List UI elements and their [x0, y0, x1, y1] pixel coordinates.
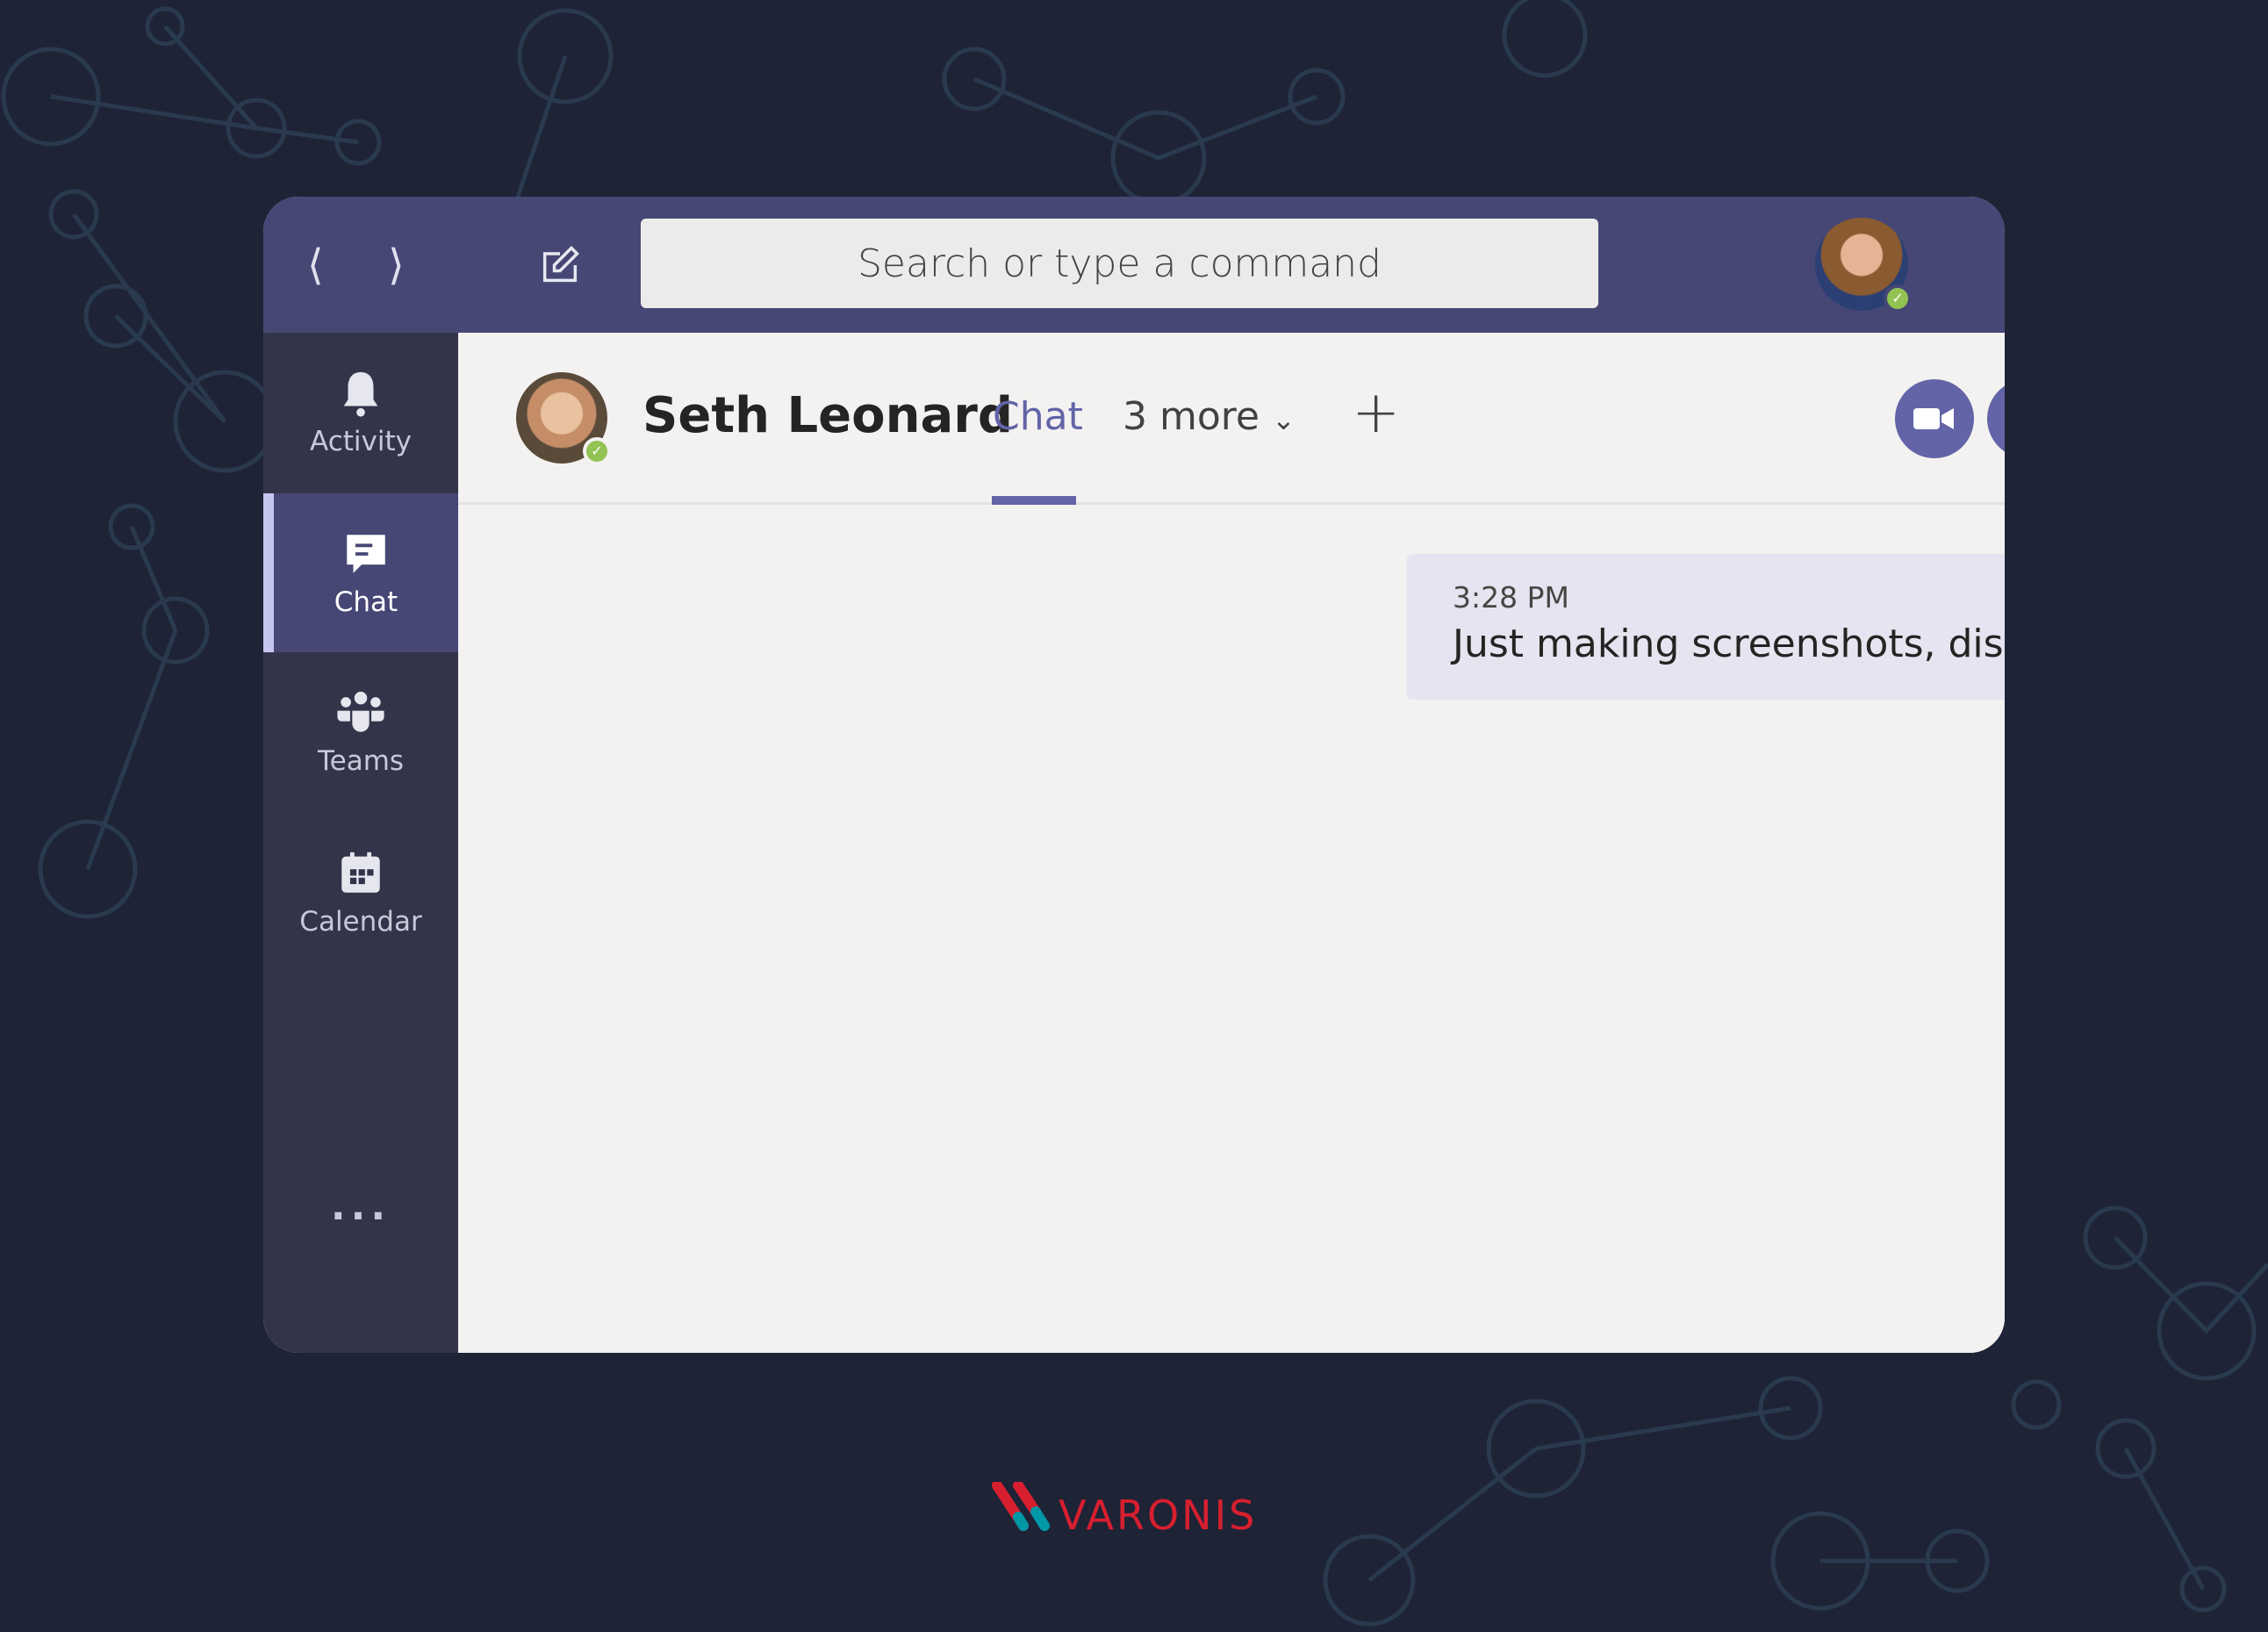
forward-icon[interactable]: ⟩: [388, 241, 405, 290]
back-icon[interactable]: ⟨: [307, 241, 324, 290]
calendar-icon: [341, 852, 380, 893]
bell-icon: [343, 371, 378, 417]
app-sidebar: Activity Chat Teams Calendar ...: [263, 333, 458, 1353]
sidebar-item-label: Calendar: [299, 905, 422, 938]
user-avatar[interactable]: ✓: [1815, 218, 1912, 313]
compose-icon[interactable]: [537, 242, 583, 288]
svg-text:VARONIS: VARONIS: [1059, 1492, 1257, 1535]
tab-chat[interactable]: Chat: [993, 394, 1083, 439]
sidebar-item-chat[interactable]: Chat: [263, 493, 458, 652]
presence-available-icon: ✓: [583, 437, 611, 465]
chevron-down-icon: ⌄: [1271, 403, 1295, 436]
message-time: 3:28 PM: [1453, 580, 1569, 615]
sidebar-item-activity[interactable]: Activity: [263, 333, 458, 492]
sidebar-item-teams[interactable]: Teams: [263, 652, 458, 811]
audio-call-button[interactable]: [1987, 379, 2005, 458]
message-bubble: 3:28 PM Just making screenshots, disreg: [1407, 554, 2005, 700]
sidebar-item-label: Chat: [334, 586, 398, 618]
presence-available-icon: ✓: [1884, 284, 1912, 313]
chat-header: ✓ Seth Leonard Chat 3 more ⌄ +: [458, 333, 2005, 505]
chat-icon: [347, 534, 385, 573]
more-icon: ...: [330, 1183, 391, 1229]
video-camera-icon: [1913, 408, 1954, 429]
message-text: Just making screenshots, disreg: [1453, 622, 2005, 666]
video-call-button[interactable]: [1895, 379, 1974, 458]
contact-name: Seth Leonard: [642, 387, 1013, 444]
sidebar-item-label: Activity: [310, 425, 412, 457]
varonis-logo: VARONIS: [992, 1482, 1257, 1535]
search-input[interactable]: Search or type a command: [641, 219, 1598, 308]
more-tabs-label: 3 more: [1123, 394, 1260, 439]
chat-pane: ✓ Seth Leonard Chat 3 more ⌄ + 3:28 PM J…: [458, 333, 2005, 1353]
sidebar-item-label: Teams: [317, 744, 405, 777]
teams-icon: [337, 691, 384, 732]
contact-avatar[interactable]: ✓: [516, 372, 611, 465]
tab-more-dropdown[interactable]: 3 more ⌄: [1123, 394, 1295, 439]
title-bar: ⟨ ⟩ Search or type a command ✓: [263, 197, 2005, 333]
active-tab-indicator: [992, 496, 1076, 505]
more-apps-button[interactable]: ...: [263, 1171, 458, 1241]
add-tab-button[interactable]: +: [1352, 378, 1400, 446]
teams-window: ⟨ ⟩ Search or type a command ✓ Activity …: [263, 197, 2005, 1353]
sidebar-item-calendar[interactable]: Calendar: [263, 813, 458, 972]
